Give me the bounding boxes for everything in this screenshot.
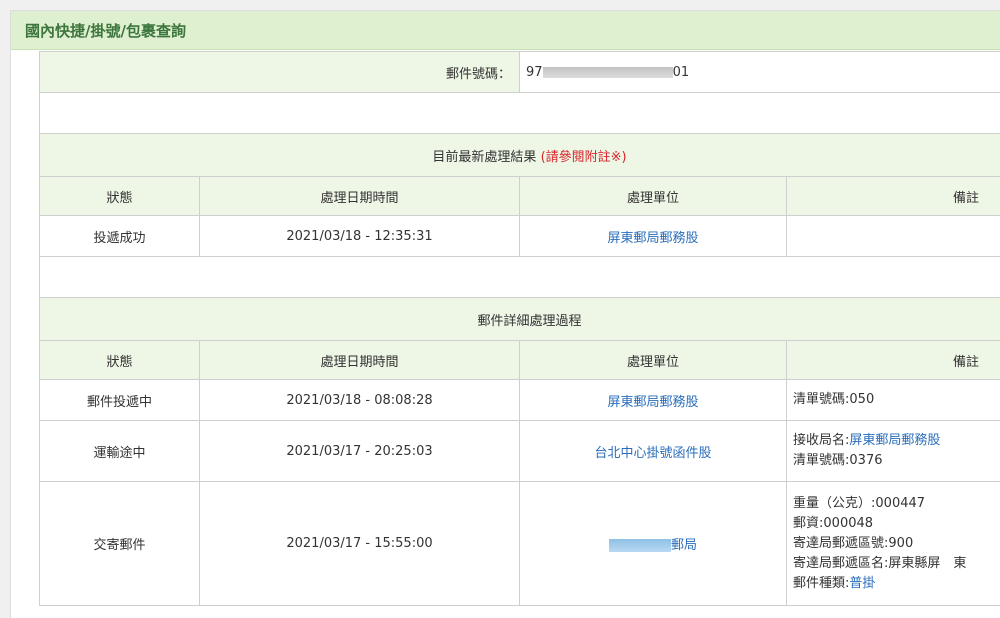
col-header-datetime: 處理日期時間 <box>200 341 520 380</box>
panel-title: 國內快捷/掛號/包裹查詢 <box>11 11 1000 50</box>
remark-cell: 接收局名:屏東郵局郵務股 清單號碼:0376 <box>787 421 1000 482</box>
unit-cell: 郵局 <box>520 482 787 606</box>
unit-link[interactable]: 屏東郵局郵務股 <box>608 395 699 410</box>
latest-section-title: 目前最新處理結果 (請參閱附註※) <box>40 134 1000 177</box>
table-row: 投遞成功 2021/03/18 - 12:35:31 屏東郵局郵務股 <box>40 216 1000 257</box>
remark-line: 寄達局郵遞區名:屏東縣屏 東 <box>793 554 1000 574</box>
tracking-number-suffix: 01 <box>673 65 690 80</box>
latest-title: 目前最新處理結果 <box>432 150 536 165</box>
spacer-row <box>40 257 1000 298</box>
unit-link[interactable]: 屏東郵局郵務股 <box>608 231 699 246</box>
table-row: 郵件投遞中 2021/03/18 - 08:08:28 屏東郵局郵務股 清單號碼… <box>40 380 1000 421</box>
remark-cell <box>787 216 1000 257</box>
col-header-unit: 處理單位 <box>520 177 787 216</box>
tracking-panel: 國內快捷/掛號/包裹查詢 郵件號碼： 97 01 目前最新處理結果 (請參閱附註※… <box>10 10 1000 618</box>
tracking-number-value: 97 01 <box>520 52 1000 93</box>
status-cell: 運輸途中 <box>40 421 200 482</box>
tracking-number-prefix: 97 <box>526 65 543 80</box>
unit-cell: 台北中心掛號函件股 <box>520 421 787 482</box>
unit-link[interactable]: 台北中心掛號函件股 <box>595 446 712 461</box>
details-section-title: 郵件詳細處理過程 <box>40 298 1000 341</box>
latest-section-row: 目前最新處理結果 (請參閱附註※) <box>40 134 1000 177</box>
col-header-remark: 備註 <box>787 341 1000 380</box>
remark-line: 寄達局郵遞區號:900 <box>793 534 1000 554</box>
mail-type-link[interactable]: 普掛 <box>849 576 875 591</box>
table-row: 運輸途中 2021/03/17 - 20:25:03 台北中心掛號函件股 接收局… <box>40 421 1000 482</box>
datetime-cell: 2021/03/18 - 12:35:31 <box>200 216 520 257</box>
datetime-cell: 2021/03/18 - 08:08:28 <box>200 380 520 421</box>
remark-label: 郵件種類: <box>793 576 849 591</box>
status-cell: 投遞成功 <box>40 216 200 257</box>
col-header-datetime: 處理日期時間 <box>200 177 520 216</box>
status-cell: 郵件投遞中 <box>40 380 200 421</box>
redacted-tracking-number <box>543 67 673 78</box>
remark-line: 接收局名:屏東郵局郵務股 <box>793 431 1000 451</box>
tracking-number-row: 郵件號碼： 97 01 <box>40 52 1000 93</box>
remark-line: 郵資:000048 <box>793 514 1000 534</box>
remark-line: 郵件種類:普掛 <box>793 574 1000 594</box>
spacer-row <box>40 93 1000 134</box>
datetime-cell: 2021/03/17 - 20:25:03 <box>200 421 520 482</box>
status-cell: 交寄郵件 <box>40 482 200 606</box>
col-header-unit: 處理單位 <box>520 341 787 380</box>
remark-line: 清單號碼:050 <box>793 390 1000 410</box>
remark-cell: 清單號碼:050 <box>787 380 1000 421</box>
unit-link[interactable]: 郵局 <box>609 538 697 553</box>
tracking-table: 郵件號碼： 97 01 目前最新處理結果 (請參閱附註※) 狀態 處理日期時間 處… <box>39 51 1000 606</box>
col-header-remark: 備註 <box>787 177 1000 216</box>
receiving-office-link[interactable]: 屏東郵局郵務股 <box>849 433 940 448</box>
remark-line: 清單號碼:0376 <box>793 451 1000 471</box>
unit-suffix: 郵局 <box>671 538 697 553</box>
tracking-number-label: 郵件號碼： <box>40 52 520 93</box>
remark-label: 接收局名: <box>793 433 849 448</box>
redacted-office-name <box>609 539 671 552</box>
remark-cell: 重量（公克）:000447 郵資:000048 寄達局郵遞區號:900 寄達局郵… <box>787 482 1000 606</box>
col-header-status: 狀態 <box>40 341 200 380</box>
details-header-row: 狀態 處理日期時間 處理單位 備註 <box>40 341 1000 380</box>
details-section-row: 郵件詳細處理過程 <box>40 298 1000 341</box>
latest-note-link[interactable]: (請參閱附註※) <box>541 150 627 165</box>
col-header-status: 狀態 <box>40 177 200 216</box>
datetime-cell: 2021/03/17 - 15:55:00 <box>200 482 520 606</box>
latest-header-row: 狀態 處理日期時間 處理單位 備註 <box>40 177 1000 216</box>
unit-cell: 屏東郵局郵務股 <box>520 380 787 421</box>
table-row: 交寄郵件 2021/03/17 - 15:55:00 郵局 重量（公克）:000… <box>40 482 1000 606</box>
unit-cell: 屏東郵局郵務股 <box>520 216 787 257</box>
remark-line: 重量（公克）:000447 <box>793 494 1000 514</box>
